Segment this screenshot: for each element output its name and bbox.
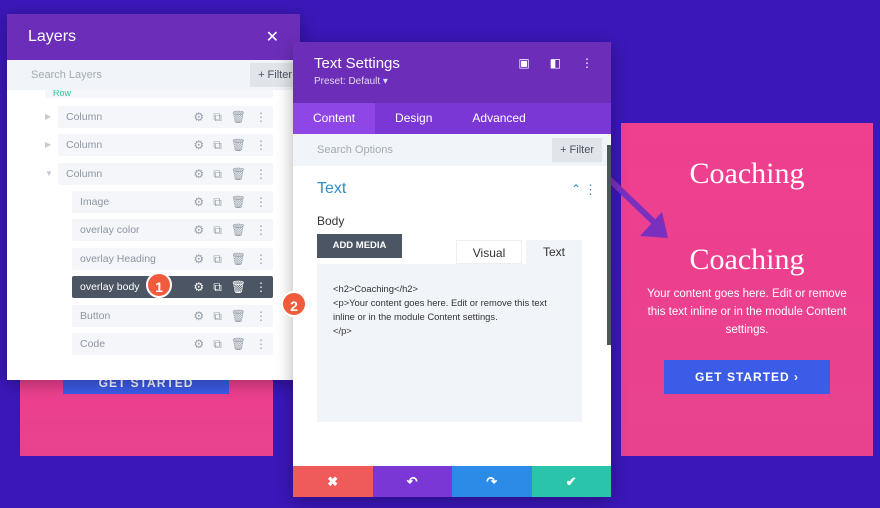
more-icon[interactable]: ⋮ [255, 195, 267, 210]
layer-row[interactable]: overlay Heading ⚙ ⧉ 🗑 ⋮ [72, 248, 273, 270]
step-badge-1: 1 [146, 272, 172, 298]
more-icon[interactable]: ⋮ [255, 337, 267, 352]
undo-button[interactable]: ↶ [372, 466, 452, 497]
preview-body: Your content goes here. Edit or remove t… [647, 288, 847, 336]
more-icon[interactable]: ⋮ [255, 138, 267, 153]
tab-design[interactable]: Design [375, 103, 452, 134]
trash-icon[interactable]: 🗑 [231, 337, 246, 352]
scrollbar[interactable] [607, 145, 611, 345]
layer-row[interactable]: Column ⚙ ⧉ 🗑 ⋮ [58, 163, 273, 185]
layer-label: Column [66, 111, 103, 123]
more-icon[interactable]: ⋮ [581, 56, 593, 70]
split-view-icon[interactable]: ◧ [550, 56, 561, 70]
preset-dropdown[interactable]: Preset: Default ▾ [314, 76, 590, 87]
search-options-input[interactable]: Search Options [317, 144, 393, 156]
trash-icon[interactable]: 🗑 [231, 195, 246, 210]
text-settings-panel: Text Settings Preset: Default ▾ ▣ ◧ ⋮ Cont… [293, 42, 611, 497]
layer-label: Column [66, 139, 103, 151]
layer-row[interactable]: Button ⚙ ⧉ 🗑 ⋮ [72, 305, 273, 327]
gear-icon[interactable]: ⚙ [193, 252, 204, 267]
gear-icon[interactable]: ⚙ [193, 309, 204, 324]
gear-icon[interactable]: ⚙ [193, 337, 204, 352]
duplicate-icon[interactable]: ⧉ [213, 252, 222, 267]
close-icon[interactable]: ✕ [266, 27, 279, 47]
layer-row[interactable]: Row [45, 90, 273, 98]
layer-row[interactable]: overlay body ⚙ ⧉ 🗑 ⋮ [72, 276, 273, 298]
layer-label: overlay body [80, 281, 140, 293]
get-started-button[interactable]: GET STARTED › [664, 360, 830, 394]
add-media-button[interactable]: ADD MEDIA [317, 234, 402, 258]
more-icon[interactable]: ⋮ [255, 167, 267, 182]
duplicate-icon[interactable]: ⧉ [213, 195, 222, 210]
layer-row[interactable]: Code ⚙ ⧉ 🗑 ⋮ [72, 333, 273, 355]
trash-icon[interactable]: 🗑 [231, 110, 246, 125]
layer-label: Code [80, 338, 106, 350]
trash-icon[interactable]: 🗑 [231, 167, 246, 182]
collapse-icon[interactable]: ▼ [45, 169, 53, 178]
trash-icon[interactable]: 🗑 [231, 138, 246, 153]
search-layers-input[interactable]: Search Layers [31, 69, 102, 81]
gear-icon[interactable]: ⚙ [193, 138, 204, 153]
gear-icon[interactable]: ⚙ [193, 110, 204, 125]
cancel-button[interactable]: ✖ [293, 466, 373, 497]
chevron-up-icon[interactable]: ⌃ [571, 182, 581, 196]
arrow-icon [605, 175, 668, 238]
more-icon[interactable]: ⋮ [255, 110, 267, 125]
layer-label: overlay color [80, 224, 140, 236]
duplicate-icon[interactable]: ⧉ [213, 138, 222, 153]
gear-icon[interactable]: ⚙ [193, 223, 204, 238]
redo-button[interactable]: ↷ [452, 466, 532, 497]
gear-icon[interactable]: ⚙ [193, 195, 204, 210]
trash-icon[interactable]: 🗑 [231, 309, 246, 324]
more-icon[interactable]: ⋮ [255, 252, 267, 267]
more-icon[interactable]: ⋮ [255, 280, 267, 295]
tab-content[interactable]: Content [293, 103, 376, 134]
body-label: Body [317, 214, 345, 228]
duplicate-icon[interactable]: ⧉ [213, 223, 222, 238]
step-badge-2: 2 [281, 291, 307, 317]
content-textarea[interactable]: <h2>Coaching</h2> <p>Your content goes h… [317, 264, 582, 422]
gear-icon[interactable]: ⚙ [193, 167, 204, 182]
gear-icon[interactable]: ⚙ [193, 280, 204, 295]
layer-label: Column [66, 168, 103, 180]
layer-row[interactable]: Column ⚙ ⧉ 🗑 ⋮ [58, 134, 273, 156]
layer-row[interactable]: Column ⚙ ⧉ 🗑 ⋮ [58, 106, 273, 128]
trash-icon[interactable]: 🗑 [231, 223, 246, 238]
duplicate-icon[interactable]: ⧉ [213, 167, 222, 182]
layers-panel: Layers ✕ Search Layers + Filter Row Column… [7, 14, 300, 380]
visual-tab[interactable]: Visual [456, 240, 522, 264]
layer-row[interactable]: overlay color ⚙ ⧉ 🗑 ⋮ [72, 219, 273, 241]
more-icon[interactable]: ⋮ [584, 182, 597, 198]
layer-label: overlay Heading [80, 253, 156, 265]
duplicate-icon[interactable]: ⧉ [213, 280, 222, 295]
trash-icon[interactable]: 🗑 [231, 252, 246, 267]
layer-label: Button [80, 310, 111, 322]
duplicate-icon[interactable]: ⧉ [213, 110, 222, 125]
tab-advanced[interactable]: Advanced [452, 103, 545, 134]
expand-icon[interactable]: ▶ [45, 112, 51, 121]
more-icon[interactable]: ⋮ [255, 223, 267, 238]
more-icon[interactable]: ⋮ [255, 309, 267, 324]
preview-body-heading: Coaching [689, 243, 805, 276]
section-title[interactable]: Text [317, 180, 346, 198]
layers-title: Layers [28, 28, 77, 45]
layer-label: Image [80, 196, 110, 208]
filter-button[interactable]: + Filter [552, 138, 602, 162]
duplicate-icon[interactable]: ⧉ [213, 337, 222, 352]
save-button[interactable]: ✔ [531, 466, 611, 497]
layer-label: Row [53, 90, 72, 98]
trash-icon[interactable]: 🗑 [231, 280, 246, 295]
text-tab[interactable]: Text [526, 240, 582, 264]
duplicate-icon[interactable]: ⧉ [213, 309, 222, 324]
layer-row[interactable]: Image ⚙ ⧉ 🗑 ⋮ [72, 191, 273, 213]
fullscreen-icon[interactable]: ▣ [518, 56, 529, 70]
expand-icon[interactable]: ▶ [45, 140, 51, 149]
